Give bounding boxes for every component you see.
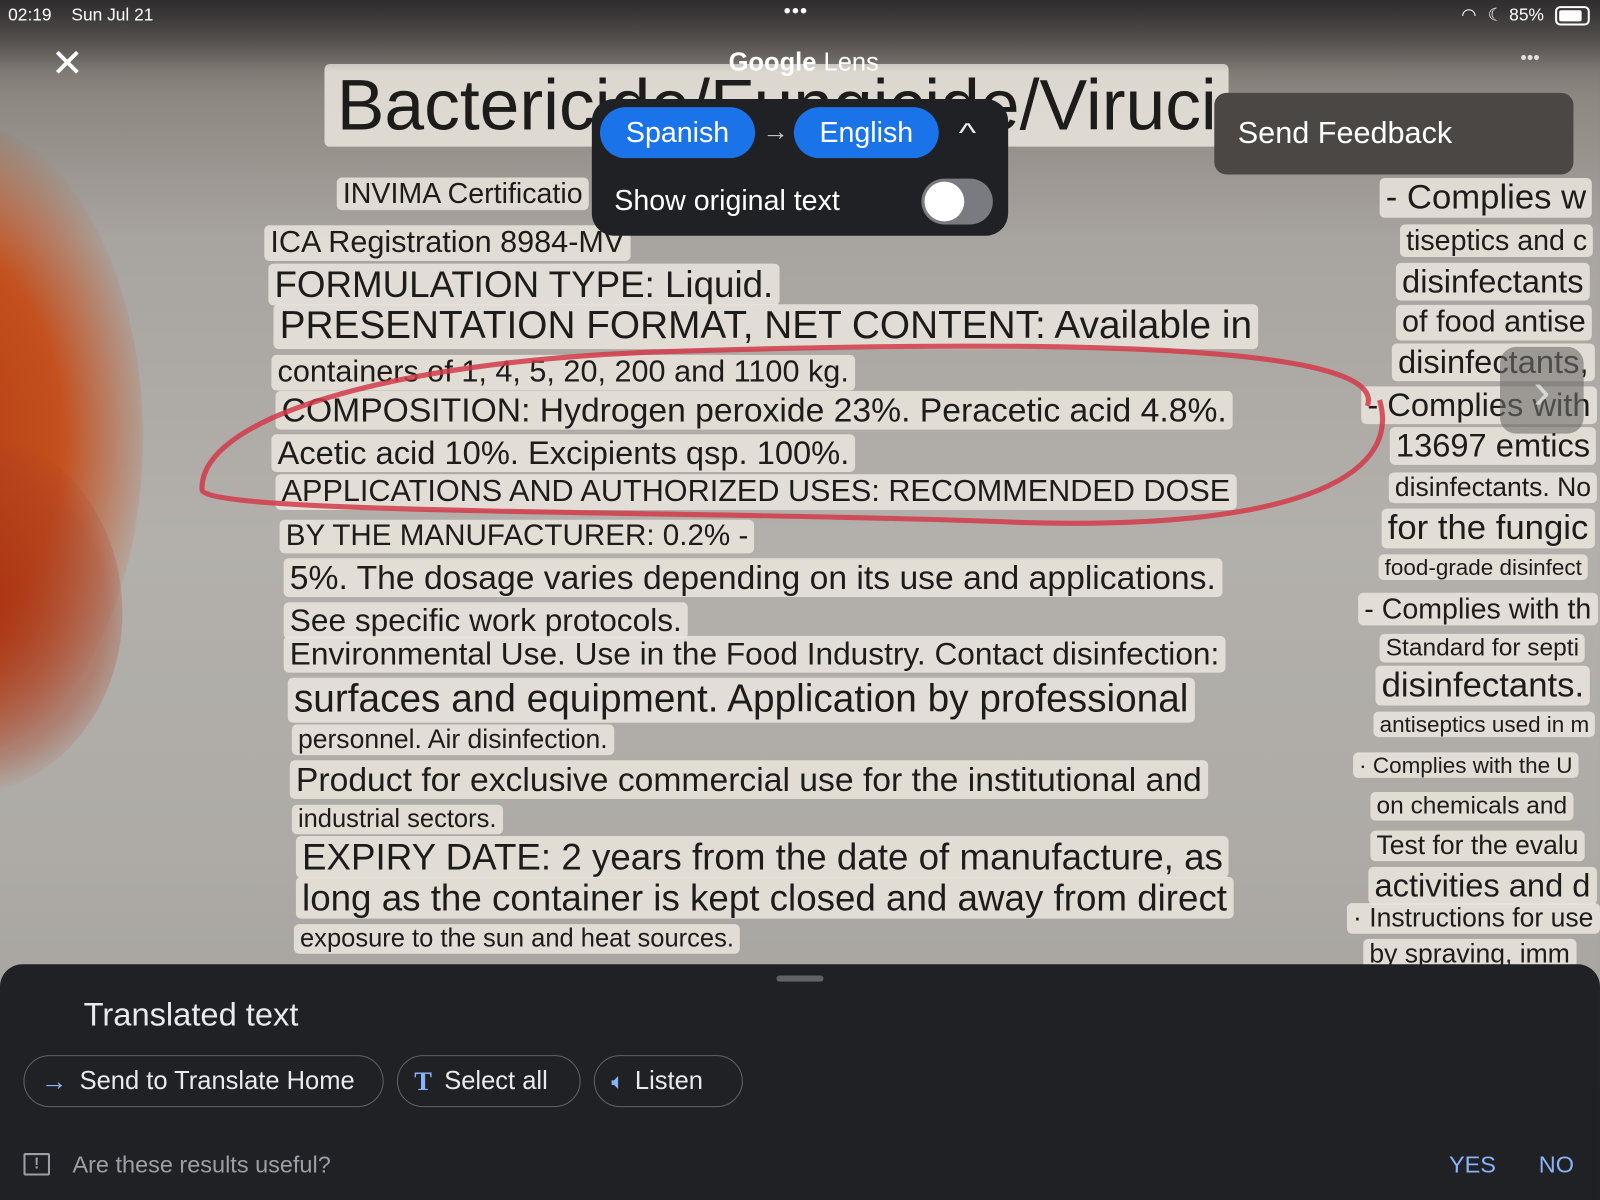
select-all-button[interactable]: T Select all	[396, 1055, 581, 1108]
translated-text-line[interactable]: Test for the evalu	[1370, 830, 1585, 862]
status-time: 02:19	[8, 5, 52, 25]
battery-icon	[1555, 6, 1590, 26]
show-original-label: Show original text	[614, 184, 840, 217]
translated-text-line[interactable]: tiseptics and c	[1399, 224, 1594, 258]
translated-text-line[interactable]: disinfectants.	[1375, 665, 1591, 706]
app-title-lens: Lens	[823, 47, 879, 77]
translated-text-line[interactable]: 5%. The dosage varies depending on its u…	[283, 558, 1222, 597]
translated-text-line[interactable]: · Complies with the U	[1353, 752, 1579, 779]
translated-text-line[interactable]: industrial sectors.	[291, 804, 503, 835]
listen-button[interactable]: 🔈︎ Listen	[593, 1055, 743, 1108]
moon-icon: ☾	[1487, 5, 1504, 25]
arrow-right-icon: →	[40, 1065, 68, 1096]
translated-text-line[interactable]: Environmental Use. Use in the Food Indus…	[283, 635, 1226, 673]
feedback-yes-button[interactable]: YES	[1449, 1151, 1496, 1179]
translated-text-line[interactable]: disinfectants	[1395, 262, 1590, 301]
translated-text-line[interactable]: PRESENTATION FORMAT, NET CONTENT: Availa…	[273, 304, 1259, 349]
translated-text-line[interactable]: long as the container is kept closed and…	[295, 876, 1234, 920]
show-original-toggle[interactable]	[921, 178, 993, 225]
app-title: Google Lens	[729, 48, 879, 78]
translated-text-line[interactable]: · Instructions for use	[1346, 902, 1600, 934]
translated-text-line[interactable]: personnel. Air disinfection.	[291, 724, 614, 756]
translated-text-line[interactable]: See specific work protocols.	[283, 602, 688, 639]
source-language-button[interactable]: Spanish	[599, 107, 756, 159]
feedback-question: Are these results useful?	[72, 1151, 331, 1178]
send-to-translate-home-button[interactable]: → Send to Translate Home	[23, 1055, 384, 1108]
translated-text-line[interactable]: EXPIRY DATE: 2 years from the date of ma…	[295, 836, 1230, 879]
translated-text-line[interactable]: COMPOSITION: Hydrogen peroxide 23%. Pera…	[275, 390, 1233, 430]
panel-heading: Translated text	[83, 995, 299, 1033]
chevron-up-icon[interactable]: ^	[959, 117, 976, 149]
send-to-translate-home-label: Send to Translate Home	[79, 1066, 355, 1095]
lens-screen: Bactericide/Fungicide/Viruci INVIMA Cert…	[0, 0, 1600, 1200]
text-icon: T	[414, 1065, 432, 1096]
more-options-icon[interactable]: •••	[1520, 47, 1539, 68]
translated-text-line[interactable]: food-grade disinfect	[1378, 554, 1588, 581]
translated-text-line[interactable]: APPLICATIONS AND AUTHORIZED USES: RECOMM…	[275, 474, 1237, 510]
translated-text-line[interactable]: INVIMA Certificatio	[336, 177, 589, 211]
feedback-icon: !	[23, 1153, 50, 1176]
close-icon[interactable]: ✕	[51, 41, 83, 87]
target-language-button[interactable]: English	[793, 107, 939, 159]
translated-text-line[interactable]: of food antise	[1395, 304, 1592, 341]
translated-text-line[interactable]: Product for exclusive commercial use for…	[289, 760, 1208, 799]
wifi-icon: ◠	[1461, 5, 1477, 25]
translated-text-line[interactable]: surfaces and equipment. Application by p…	[287, 677, 1195, 723]
translated-text-line[interactable]: Acetic acid 10%. Excipients qsp. 100%.	[271, 434, 856, 472]
battery-percent: 85%	[1509, 5, 1544, 25]
translated-text-line[interactable]: ICA Registration 8984-MV	[264, 225, 631, 261]
listen-label: Listen	[634, 1066, 703, 1095]
app-title-google: Google	[728, 47, 817, 77]
next-chevron-icon[interactable]: ›	[1499, 346, 1584, 434]
status-date: Sun Jul 21	[71, 5, 154, 25]
translated-text-line[interactable]: disinfectants. No	[1388, 472, 1598, 504]
select-all-label: Select all	[444, 1066, 548, 1095]
translated-text-line[interactable]: activities and d	[1368, 866, 1597, 905]
translated-text-line[interactable]: FORMULATION TYPE: Liquid.	[268, 263, 780, 306]
translated-text-line[interactable]: containers of 1, 4, 5, 20, 200 and 1100 …	[271, 354, 855, 391]
translated-text-line[interactable]: Standard for septi	[1379, 633, 1586, 663]
toggle-knob	[924, 181, 965, 222]
feedback-no-button[interactable]: NO	[1539, 1151, 1574, 1179]
multitasking-dots-icon[interactable]: •••	[784, 0, 809, 23]
translated-text-line[interactable]: on chemicals and	[1370, 792, 1574, 821]
arrow-right-icon: →	[762, 115, 789, 146]
panel-drag-handle[interactable]	[776, 975, 824, 982]
translated-text-line[interactable]: - Complies with th	[1358, 592, 1598, 626]
translated-text-line[interactable]: - Complies w	[1379, 178, 1593, 218]
translated-text-line[interactable]: antiseptics used in m	[1373, 711, 1596, 738]
translated-text-line[interactable]: exposure to the sun and heat sources.	[293, 924, 741, 954]
send-feedback-menu-item[interactable]: Send Feedback	[1214, 92, 1574, 175]
translate-language-popup: Spanish → English ^ Show original text	[591, 98, 1009, 236]
translated-text-line[interactable]: BY THE MANUFACTURER: 0.2% -	[279, 519, 755, 554]
translated-text-panel: Translated text → Send to Translate Home…	[0, 964, 1600, 1200]
speaker-icon: 🔈︎	[611, 1067, 625, 1094]
translated-text-line[interactable]: for the fungic	[1381, 508, 1595, 549]
